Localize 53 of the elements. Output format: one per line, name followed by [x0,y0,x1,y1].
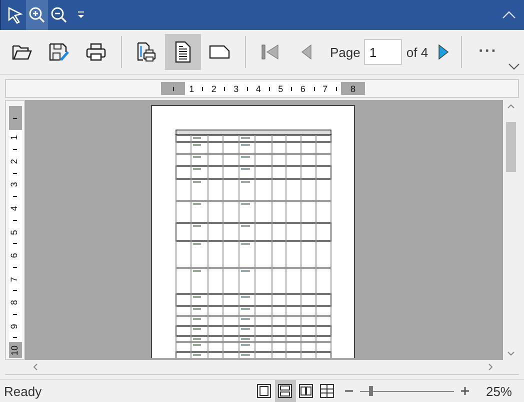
document-icon [173,41,193,63]
scrollbar-thumb[interactable] [506,122,516,172]
collapse-ribbon-icon[interactable] [502,11,516,19]
ruler-number: 3 [10,182,20,188]
ruler-number: 10 [10,345,20,355]
ruler-number: 1 [189,84,194,94]
grid-view-icon [319,383,336,399]
ruler-number: 6 [300,84,306,94]
zoom-slider[interactable] [360,384,454,398]
first-page-icon [259,42,281,62]
previous-page-icon [300,42,314,62]
ruler-number: 5 [278,84,284,94]
zoom-in-button[interactable] [26,0,48,30]
scroll-up-icon[interactable] [507,104,515,109]
landscape-page-icon [208,43,232,61]
two-rows-view-icon [277,383,294,399]
scroll-down-icon[interactable] [507,351,515,356]
dropdown-icon [77,11,85,19]
ruler-number: 8 [350,84,356,94]
zoom-out-icon [50,6,68,24]
pointer-icon [6,6,24,24]
ruler-number: 9 [10,324,20,329]
scroll-left-icon[interactable] [33,363,38,371]
printer-icon [85,42,107,62]
slider-thumb[interactable] [369,386,374,396]
status-text: Ready [4,384,42,398]
ruler-number: 6 [10,253,20,258]
zoom-in-icon[interactable] [460,386,470,396]
ruler-number: 4 [256,84,261,94]
ruler-number: 4 [10,206,20,211]
page-count: of 4 [406,44,428,60]
ruler-number: 2 [10,158,20,164]
ruler-number: 7 [10,276,20,282]
zoom-in-icon [28,6,46,24]
portrait-button[interactable] [165,34,201,70]
scroll-right-icon[interactable] [488,363,493,371]
ruler-number: 8 [10,300,20,306]
page-number-field[interactable]: 1 [364,39,402,65]
ruler-number: 5 [10,230,20,234]
zoom-percentage: 25% [486,384,512,398]
save-icon [48,42,70,62]
page-label: Page [330,44,360,60]
page-setup-icon [135,41,157,63]
expand-icon[interactable] [508,63,520,70]
ruler-number: 3 [234,84,239,94]
ruler-number: 2 [211,84,216,94]
next-page-icon [436,42,450,62]
more-button[interactable]: ··· [468,34,508,70]
single-view-icon [256,383,272,399]
ruler-number: 1 [10,135,20,140]
two-rows-view-button[interactable] [274,380,296,402]
ruler-number: 7 [322,84,328,94]
two-cols-view-icon [298,383,314,399]
